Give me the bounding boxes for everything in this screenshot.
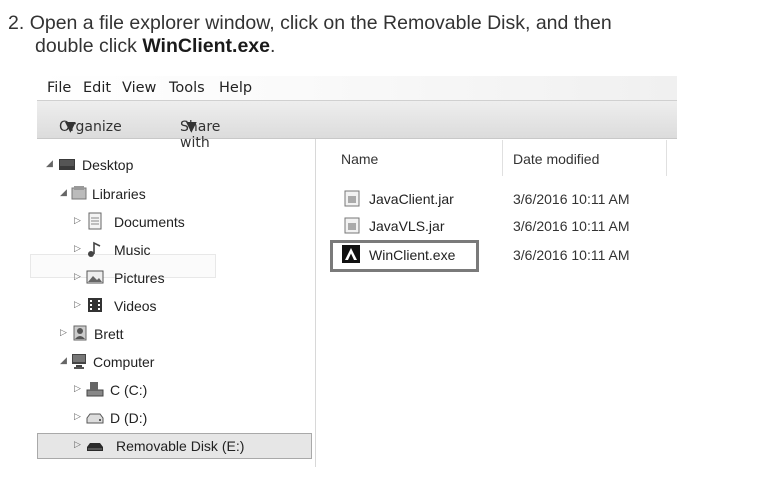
collapsed-arrow-icon[interactable]: ▷ xyxy=(74,383,84,394)
file-name: JavaVLS.jar xyxy=(369,218,445,234)
videos-icon xyxy=(88,298,102,312)
nav-item-pictures[interactable]: ▷ Pictures xyxy=(74,267,274,289)
nav-item-videos[interactable]: ▷ Videos xyxy=(74,295,274,317)
nav-label-libraries: Libraries xyxy=(92,186,146,202)
music-icon xyxy=(88,241,101,257)
libraries-icon xyxy=(71,186,87,200)
documents-icon xyxy=(88,212,102,230)
step-text-line1: Open a file explorer window, click on th… xyxy=(29,12,612,34)
nav-label-c-drive: C (C:) xyxy=(110,382,148,398)
nav-label-computer: Computer xyxy=(93,354,155,370)
pictures-icon xyxy=(86,270,104,284)
nav-label-removable-disk: Removable Disk (E:) xyxy=(116,438,245,454)
collapsed-arrow-icon[interactable]: ▷ xyxy=(74,411,84,422)
file-row-winclient[interactable]: WinClient.exe xyxy=(342,244,482,266)
nav-item-desktop[interactable]: ◢ Desktop xyxy=(46,154,246,176)
file-row-javavls[interactable]: JavaVLS.jar xyxy=(344,215,494,237)
menu-bar: File Edit View Tools Help xyxy=(37,76,677,100)
nav-label-brett: Brett xyxy=(94,326,124,342)
step-text-line2: double click WinClient.exe. xyxy=(8,35,748,58)
expanded-arrow-icon[interactable]: ◢ xyxy=(46,158,56,169)
menu-edit[interactable]: Edit xyxy=(83,80,111,96)
menu-file[interactable]: File xyxy=(47,80,71,96)
collapsed-arrow-icon[interactable]: ▷ xyxy=(74,271,84,282)
instruction-step: 2. Open a file explorer window, click on… xyxy=(8,12,748,58)
nav-label-videos: Videos xyxy=(114,298,157,314)
app-exe-icon xyxy=(342,245,360,263)
nav-label-d-drive: D (D:) xyxy=(110,410,148,426)
column-header-name[interactable]: Name xyxy=(341,151,378,167)
nav-item-libraries[interactable]: ◢ Libraries xyxy=(60,183,260,205)
removable-disk-icon xyxy=(87,443,103,451)
nav-label-desktop: Desktop xyxy=(82,157,134,173)
jar-file-icon xyxy=(344,190,360,207)
file-row-javaclient[interactable]: JavaClient.jar xyxy=(344,188,494,210)
expanded-arrow-icon[interactable]: ◢ xyxy=(60,355,70,366)
nav-item-computer[interactable]: ◢ Computer xyxy=(60,351,260,373)
step-text-suffix: . xyxy=(270,35,276,57)
step-text-prefix: double click xyxy=(35,35,143,57)
menu-help[interactable]: Help xyxy=(219,80,252,96)
command-bar: Organize ▼ Share with ▼ xyxy=(37,100,677,151)
nav-item-documents[interactable]: ▷ Documents xyxy=(74,211,274,233)
hard-drive-icon xyxy=(86,413,104,424)
collapsed-arrow-icon[interactable]: ▷ xyxy=(74,299,84,310)
step-number: 2. xyxy=(8,12,25,34)
menu-view[interactable]: View xyxy=(122,80,156,96)
collapsed-arrow-icon[interactable]: ▷ xyxy=(74,215,84,226)
desktop-icon xyxy=(59,159,75,170)
nav-label-pictures: Pictures xyxy=(114,270,165,286)
system-drive-icon xyxy=(86,382,104,397)
computer-icon xyxy=(72,354,86,369)
nav-item-d-drive[interactable]: ▷ D (D:) xyxy=(74,407,274,429)
column-separator[interactable] xyxy=(666,140,667,176)
expanded-arrow-icon[interactable]: ◢ xyxy=(60,187,70,198)
file-name: JavaClient.jar xyxy=(369,191,454,207)
collapsed-arrow-icon[interactable]: ▷ xyxy=(74,439,84,450)
step-bold-filename: WinClient.exe xyxy=(142,35,270,57)
collapsed-arrow-icon[interactable]: ▷ xyxy=(74,243,84,254)
file-date: 3/6/2016 10:11 AM xyxy=(513,247,630,263)
file-date: 3/6/2016 10:11 AM xyxy=(513,218,630,234)
jar-file-icon xyxy=(344,217,360,234)
column-header-date-modified[interactable]: Date modified xyxy=(513,151,599,167)
nav-item-removable-disk[interactable]: ▷ Removable Disk (E:) xyxy=(74,435,294,457)
file-date: 3/6/2016 10:11 AM xyxy=(513,191,630,207)
menu-tools[interactable]: Tools xyxy=(169,80,205,96)
chevron-down-icon: ▼ xyxy=(186,119,197,135)
nav-item-music[interactable]: ▷ Music xyxy=(74,239,274,261)
file-name: WinClient.exe xyxy=(369,247,456,263)
pane-divider xyxy=(315,139,316,467)
collapsed-arrow-icon[interactable]: ▷ xyxy=(60,327,70,338)
chevron-down-icon: ▼ xyxy=(65,119,76,135)
nav-label-music: Music xyxy=(114,242,151,258)
nav-label-documents: Documents xyxy=(114,214,185,230)
user-folder-icon xyxy=(73,325,87,341)
column-separator[interactable] xyxy=(502,140,503,176)
nav-item-c-drive[interactable]: ▷ C (C:) xyxy=(74,379,274,401)
nav-item-brett[interactable]: ▷ Brett xyxy=(60,323,260,345)
